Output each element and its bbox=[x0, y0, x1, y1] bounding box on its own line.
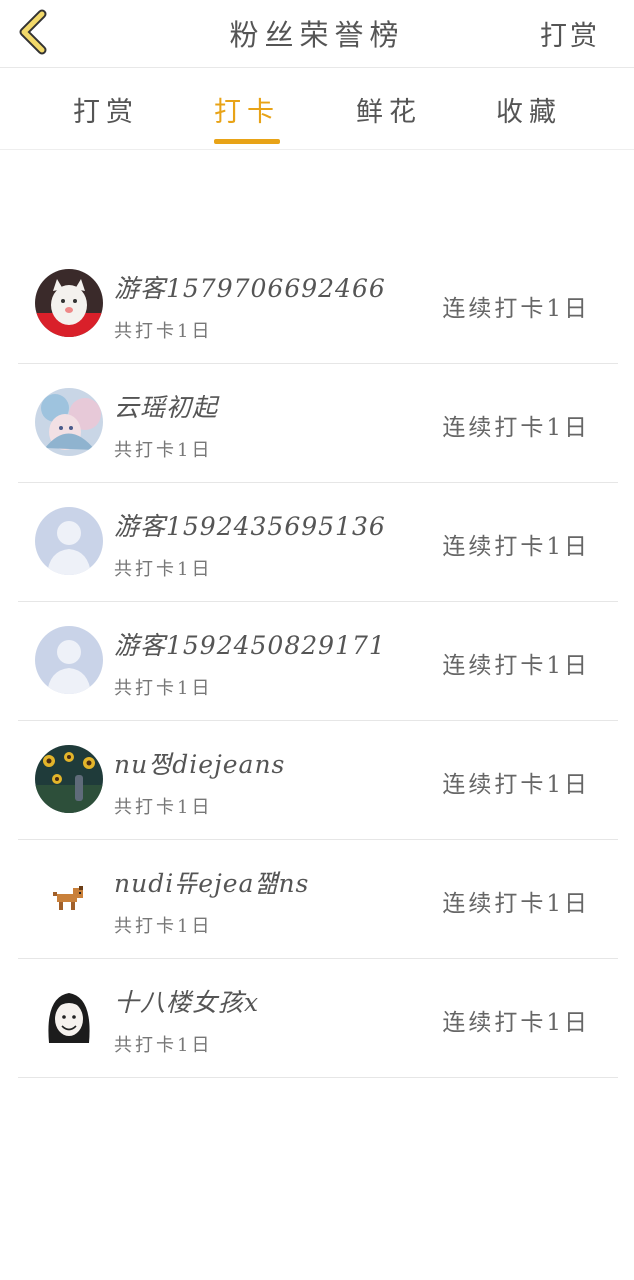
list-item[interactable]: nu쩡diejeans 共打卡1日 连续打卡1日 bbox=[18, 721, 618, 840]
user-name: 十八楼女孩x bbox=[114, 988, 260, 1017]
user-name: 游客1592450829171 bbox=[114, 631, 386, 660]
pixel-dog-avatar-icon bbox=[35, 864, 103, 932]
total-checkin: 共打卡1日 bbox=[114, 678, 213, 699]
total-checkin: 共打卡1日 bbox=[114, 1035, 213, 1056]
top-bar: 粉丝荣誉榜 打赏 bbox=[0, 0, 634, 68]
user-name: nudi뜌ejea쨺ns bbox=[114, 869, 310, 898]
default-user-avatar-icon bbox=[35, 507, 103, 575]
streak-checkin: 连续打卡1日 bbox=[442, 296, 590, 322]
user-name: nu쩡diejeans bbox=[114, 750, 286, 779]
streak-checkin: 连续打卡1日 bbox=[442, 534, 590, 560]
total-checkin: 共打卡1日 bbox=[114, 797, 213, 818]
list-item[interactable]: 十八楼女孩x 共打卡1日 连续打卡1日 bbox=[18, 959, 618, 1078]
user-name: 游客1592435695136 bbox=[114, 512, 386, 541]
tab-flowers[interactable]: 鲜花 bbox=[349, 90, 429, 129]
list-item[interactable]: 游客1592450829171 共打卡1日 连续打卡1日 bbox=[18, 602, 618, 721]
tab-reward[interactable]: 打赏 bbox=[66, 90, 146, 129]
tab-checkin[interactable]: 打卡 bbox=[207, 90, 287, 129]
tab-bar: 打赏 打卡 鲜花 收藏 bbox=[0, 68, 634, 150]
streak-checkin: 连续打卡1日 bbox=[442, 891, 590, 917]
list-item[interactable]: 游客1592435695136 共打卡1日 连续打卡1日 bbox=[18, 483, 618, 602]
streak-checkin: 连续打卡1日 bbox=[442, 653, 590, 679]
user-name: 云瑶初起 bbox=[114, 393, 219, 422]
total-checkin: 共打卡1日 bbox=[114, 559, 213, 580]
page-title: 粉丝荣誉榜 bbox=[229, 18, 405, 52]
user-name: 游客1579706692466 bbox=[114, 274, 386, 303]
total-checkin: 共打卡1日 bbox=[114, 440, 213, 461]
sunflower-scene-avatar-icon bbox=[35, 745, 103, 813]
cartoon-girl-avatar-icon bbox=[35, 983, 103, 1051]
list-item[interactable]: nudi뜌ejea쨺ns 共打卡1日 连续打卡1日 bbox=[18, 840, 618, 959]
total-checkin: 共打卡1日 bbox=[114, 321, 213, 342]
list-item[interactable]: 云瑶初起 共打卡1日 连续打卡1日 bbox=[18, 364, 618, 483]
active-tab-indicator bbox=[214, 139, 280, 144]
white-kitten-avatar-icon bbox=[35, 269, 103, 337]
reward-button[interactable]: 打赏 bbox=[540, 14, 600, 53]
default-user-avatar-icon bbox=[35, 626, 103, 694]
streak-checkin: 连续打卡1日 bbox=[442, 415, 590, 441]
tab-favorites[interactable]: 收藏 bbox=[489, 90, 569, 129]
list-item[interactable]: 游客1579706692466 共打卡1日 连续打卡1日 bbox=[18, 245, 618, 364]
streak-checkin: 连续打卡1日 bbox=[442, 1010, 590, 1036]
anime-girl-avatar-icon bbox=[35, 388, 103, 456]
streak-checkin: 连续打卡1日 bbox=[442, 772, 590, 798]
fan-ranking-list: 游客1579706692466 共打卡1日 连续打卡1日 云瑶初起 共打卡1日 … bbox=[18, 245, 618, 1078]
total-checkin: 共打卡1日 bbox=[114, 916, 213, 937]
